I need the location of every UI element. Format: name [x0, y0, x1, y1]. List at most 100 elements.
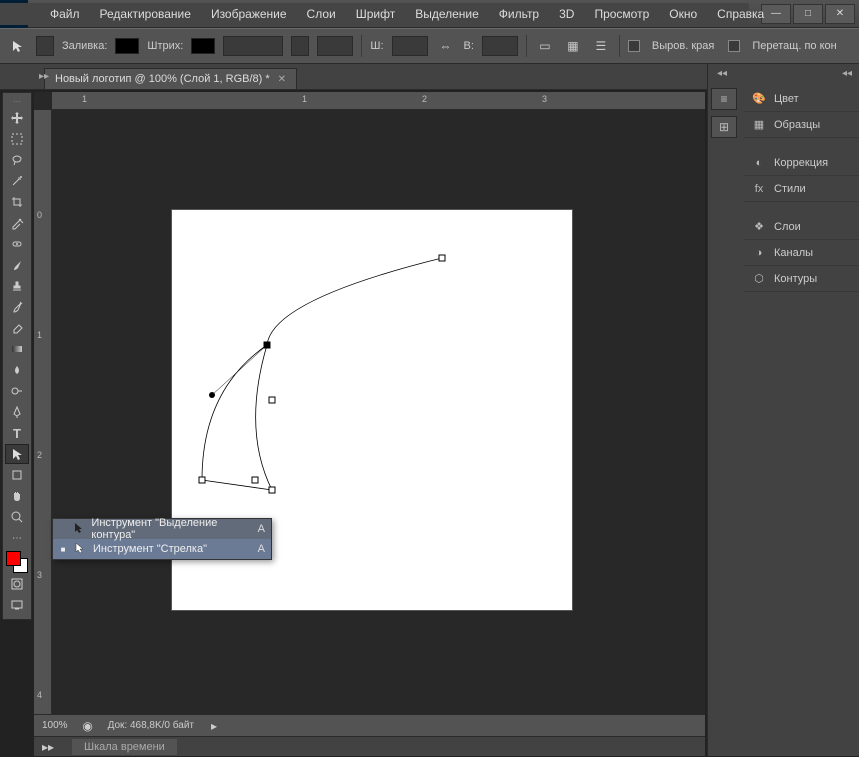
- menu-type[interactable]: Шрифт: [346, 5, 405, 23]
- zoom-level[interactable]: 100%: [42, 720, 68, 731]
- flyout-item-path-selection[interactable]: Инструмент "Выделение контура" A: [53, 519, 271, 539]
- options-bar: Заливка: Штрих: Ш: ⇔ В: ▭ ▦ ☰ Выров. кра…: [0, 28, 859, 64]
- wand-tool[interactable]: [5, 171, 29, 191]
- panel-label: Слои: [774, 221, 801, 233]
- panel-tab-swatches[interactable]: ▦Образцы: [744, 112, 859, 138]
- right-panel-dock: ◂◂ ◂◂ ≡ ⊞ 🎨Цвет ▦Образцы ◐Коррекция fxСт…: [707, 64, 859, 756]
- ruler-tick: 2: [37, 450, 42, 460]
- foreground-color-swatch[interactable]: [6, 551, 21, 566]
- timeline-tab[interactable]: Шкала времени: [72, 739, 177, 755]
- window-close[interactable]: ✕: [825, 4, 855, 24]
- tools-drag-handle[interactable]: ⋯: [7, 97, 27, 105]
- path-selection-tool[interactable]: [5, 444, 29, 464]
- pen-tool[interactable]: [5, 402, 29, 422]
- status-preview-icon[interactable]: ◉: [78, 716, 98, 736]
- flyout-item-label: Инструмент "Стрелка": [93, 543, 207, 555]
- canvas-viewport[interactable]: [52, 110, 705, 714]
- window-maximize[interactable]: □: [793, 4, 823, 24]
- menu-filter[interactable]: Фильтр: [489, 5, 549, 23]
- crop-tool[interactable]: [5, 192, 29, 212]
- right-collapse-icon-2[interactable]: ◂◂: [839, 68, 855, 80]
- document-tab[interactable]: Новый логотип @ 100% (Слой 1, RGB/8) * ✕: [44, 68, 297, 89]
- width-label: Ш:: [370, 40, 383, 52]
- hand-tool[interactable]: [5, 486, 29, 506]
- ruler-tick: 1: [82, 94, 87, 104]
- menu-file[interactable]: Файл: [40, 5, 90, 23]
- panel-tab-adjustments[interactable]: ◐Коррекция: [744, 150, 859, 176]
- path-arrange-icon[interactable]: ☰: [591, 36, 611, 56]
- shape-tool[interactable]: [5, 465, 29, 485]
- link-wh-icon[interactable]: ⇔: [436, 36, 456, 56]
- doc-info[interactable]: Док: 468,8K/0 байт: [108, 720, 194, 731]
- menu-window[interactable]: Окно: [659, 5, 707, 23]
- zoom-tool[interactable]: [5, 507, 29, 527]
- menu-help[interactable]: Справка: [707, 5, 774, 23]
- separator: [619, 35, 620, 57]
- menu-edit[interactable]: Редактирование: [90, 5, 201, 23]
- document-tab-title: Новый логотип @ 100% (Слой 1, RGB/8) *: [55, 73, 270, 85]
- stroke-width-arrow[interactable]: [291, 36, 309, 56]
- status-info-arrow-icon[interactable]: ▸: [204, 716, 224, 736]
- edit-toolbar[interactable]: ⋯: [5, 528, 29, 548]
- panel-tab-paths[interactable]: ⬡Контуры: [744, 266, 859, 292]
- history-brush-tool[interactable]: [5, 297, 29, 317]
- tool-preset-arrow-icon[interactable]: [8, 36, 28, 56]
- color-swatches[interactable]: [6, 551, 28, 573]
- stroke-swatch[interactable]: [191, 38, 215, 54]
- quickmask-toggle[interactable]: [5, 574, 29, 594]
- move-tool[interactable]: [5, 108, 29, 128]
- menu-layer[interactable]: Слои: [297, 5, 346, 23]
- path-ops-icon[interactable]: ▭: [535, 36, 555, 56]
- tools-panel: ⋯ T ⋯: [2, 92, 32, 620]
- panel-tab-color[interactable]: 🎨Цвет: [744, 86, 859, 112]
- healing-tool[interactable]: [5, 234, 29, 254]
- document-status-bar: 100% ◉ Док: 468,8K/0 байт ▸: [34, 714, 705, 736]
- path-align-icon[interactable]: ▦: [563, 36, 583, 56]
- flyout-item-direct-selection[interactable]: ■ Инструмент "Стрелка" A: [53, 539, 271, 559]
- panel-tab-channels[interactable]: ◑Каналы: [744, 240, 859, 266]
- right-collapse-icon[interactable]: ◂◂: [714, 68, 730, 80]
- stroke-style-dropdown[interactable]: [317, 36, 353, 56]
- type-tool[interactable]: T: [5, 423, 29, 443]
- menu-view[interactable]: Просмотр: [584, 5, 659, 23]
- document-tab-close-icon[interactable]: ✕: [278, 74, 286, 85]
- stamp-tool[interactable]: [5, 276, 29, 296]
- blur-tool[interactable]: [5, 360, 29, 380]
- adjustments-icon: ◐: [752, 156, 766, 170]
- vertical-ruler[interactable]: 0 1 2 3 4: [34, 110, 52, 714]
- bottom-expand-icon[interactable]: ▸▸: [38, 737, 58, 757]
- tools-expand-icon[interactable]: ▸▸: [36, 68, 52, 84]
- dodge-tool[interactable]: [5, 381, 29, 401]
- title-bar: Ps Файл Редактирование Изображение Слои …: [0, 0, 859, 28]
- ruler-tick: 0: [37, 210, 42, 220]
- channels-icon: ◑: [752, 246, 766, 260]
- menu-select[interactable]: Выделение: [405, 5, 489, 23]
- stroke-label: Штрих:: [147, 40, 183, 52]
- tool-preset-dropdown[interactable]: [36, 36, 54, 56]
- history-panel-icon[interactable]: ≡: [711, 88, 737, 110]
- brush-tool[interactable]: [5, 255, 29, 275]
- layers-icon: ❖: [752, 220, 766, 234]
- screen-mode[interactable]: [5, 595, 29, 615]
- eraser-tool[interactable]: [5, 318, 29, 338]
- lasso-tool[interactable]: [5, 150, 29, 170]
- fill-label: Заливка:: [62, 40, 107, 52]
- fill-swatch[interactable]: [115, 38, 139, 54]
- properties-panel-icon[interactable]: ⊞: [711, 116, 737, 138]
- menu-image[interactable]: Изображение: [201, 5, 297, 23]
- panel-tab-styles[interactable]: fxСтили: [744, 176, 859, 202]
- panel-tab-layers[interactable]: ❖ Слои: [744, 214, 859, 240]
- marquee-tool[interactable]: [5, 129, 29, 149]
- menu-3d[interactable]: 3D: [549, 5, 584, 23]
- eyedropper-tool[interactable]: [5, 213, 29, 233]
- width-field[interactable]: [392, 36, 428, 56]
- align-edges-checkbox[interactable]: [628, 40, 640, 52]
- ruler-tick: 1: [302, 94, 307, 104]
- height-field[interactable]: [482, 36, 518, 56]
- ruler-tick: 1: [37, 330, 42, 340]
- constrain-checkbox[interactable]: [728, 40, 740, 52]
- menu-bar: Файл Редактирование Изображение Слои Шри…: [0, 3, 749, 25]
- horizontal-ruler[interactable]: 1 1 2 3: [52, 92, 705, 110]
- stroke-width-dropdown[interactable]: [223, 36, 283, 56]
- gradient-tool[interactable]: [5, 339, 29, 359]
